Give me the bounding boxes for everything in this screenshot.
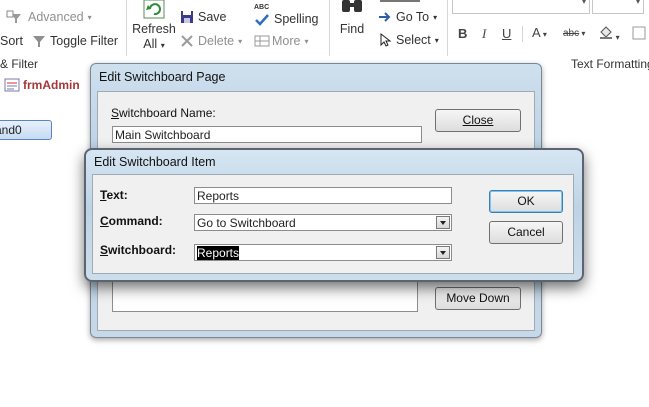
funnel-icon <box>32 34 46 48</box>
format-separator <box>522 26 523 42</box>
spelling-check-icon: ABC <box>254 4 270 28</box>
highlight-button[interactable]: abc ▾ <box>563 24 585 39</box>
more-grid-icon <box>254 34 270 48</box>
delete-record-button[interactable]: Delete ▾ <box>180 34 242 48</box>
command-dropdown-icon[interactable] <box>436 216 450 229</box>
switchboard-combo[interactable]: Reports <box>194 244 452 261</box>
refresh-all-icon[interactable] <box>142 0 166 23</box>
text-label-rest: ext: <box>106 188 128 202</box>
ribbon-separator <box>126 0 127 56</box>
switchboard-label: Switchboard: <box>100 243 177 257</box>
save-icon <box>180 10 194 24</box>
fill-color-button[interactable]: ▾ <box>598 24 620 43</box>
alternate-row-icon <box>632 26 646 40</box>
italic-button[interactable]: I <box>482 26 486 42</box>
edit-switchboard-item-dialog: Edit Switchboard Item Text: Reports Comm… <box>84 148 584 282</box>
cancel-button[interactable]: Cancel <box>489 221 563 244</box>
advanced-dropdown-icon: ▾ <box>87 12 92 22</box>
document-tab-frmadmin[interactable]: frmAdmin <box>0 74 90 96</box>
ribbon-separator <box>447 0 448 56</box>
find-button[interactable]: Find <box>336 22 368 37</box>
toggle-filter-button[interactable]: Toggle Filter <box>32 34 118 48</box>
cursor-arrow-icon <box>378 32 392 47</box>
item-dialog-title: Edit Switchboard Item <box>94 155 216 169</box>
font-color-button[interactable]: A ▾ <box>532 25 547 40</box>
arrow-right-icon <box>378 10 392 24</box>
highlight-dropdown-icon: ▾ <box>579 29 586 38</box>
select-button[interactable]: Select ▾ <box>378 32 439 47</box>
switchboard-name-label: Switchboard Name: <box>111 106 216 120</box>
form-command-button[interactable]: and0 <box>0 120 52 140</box>
item-dialog-client: Text: Reports Command: Go to Switchboard… <box>92 174 574 274</box>
font-size-combo[interactable]: ▾ <box>592 0 644 14</box>
more-format-button[interactable] <box>632 26 646 43</box>
underline-button[interactable]: U <box>502 26 511 41</box>
command-combo[interactable]: Go to Switchboard <box>194 214 452 231</box>
font-size-dropdown-icon: ▾ <box>635 0 640 6</box>
command-label: Command: <box>100 214 163 228</box>
more-button[interactable]: More ▾ <box>254 34 309 48</box>
binoculars-icon[interactable] <box>340 0 364 17</box>
go-to-button[interactable]: Go To ▾ <box>378 10 437 24</box>
advanced-button[interactable]: Advanced ▾ <box>6 10 92 24</box>
refresh-all-button[interactable]: Refresh All ▾ <box>132 22 176 53</box>
switchboard-dropdown-icon[interactable] <box>436 246 450 259</box>
font-name-dropdown-icon: ▾ <box>581 0 586 6</box>
fill-color-dropdown-icon: ▾ <box>615 33 620 42</box>
page-dialog-title: Edit Switchboard Page <box>99 70 226 84</box>
save-record-button[interactable]: Save <box>180 10 227 24</box>
move-down-button[interactable]: Move Down <box>435 287 521 310</box>
delete-x-icon <box>180 34 194 48</box>
ok-button[interactable]: OK <box>489 190 563 213</box>
filter-advanced-icon <box>6 10 21 24</box>
replace-button-partial[interactable] <box>380 0 440 4</box>
refresh-dropdown-icon: ▾ <box>160 41 165 50</box>
ribbon-separator <box>329 0 330 56</box>
items-list[interactable] <box>112 278 418 312</box>
go-to-dropdown-icon: ▾ <box>433 12 438 22</box>
form-icon <box>4 78 20 92</box>
close-button[interactable]: Close <box>435 109 521 132</box>
font-name-combo[interactable]: ▾ <box>452 0 590 14</box>
text-label: Text: <box>100 188 128 202</box>
more-dropdown-icon: ▾ <box>304 36 309 46</box>
bold-button[interactable]: B <box>458 26 467 41</box>
select-dropdown-icon: ▾ <box>434 35 439 45</box>
delete-dropdown-icon: ▾ <box>238 36 243 46</box>
text-field[interactable]: Reports <box>194 187 452 204</box>
command-label-rest: ommand: <box>108 214 163 228</box>
paint-bucket-icon <box>598 24 612 39</box>
switchboard-label-rest: witchboard: <box>108 243 177 257</box>
switchboard-name-field[interactable]: Main Switchboard <box>112 126 422 143</box>
font-color-dropdown-icon: ▾ <box>540 30 547 39</box>
spelling-button[interactable]: ABC Spelling <box>254 4 318 28</box>
sort-remove-button[interactable]: Sort <box>0 34 23 48</box>
switchboard-name-label-text: witchboard Name: <box>119 106 216 120</box>
